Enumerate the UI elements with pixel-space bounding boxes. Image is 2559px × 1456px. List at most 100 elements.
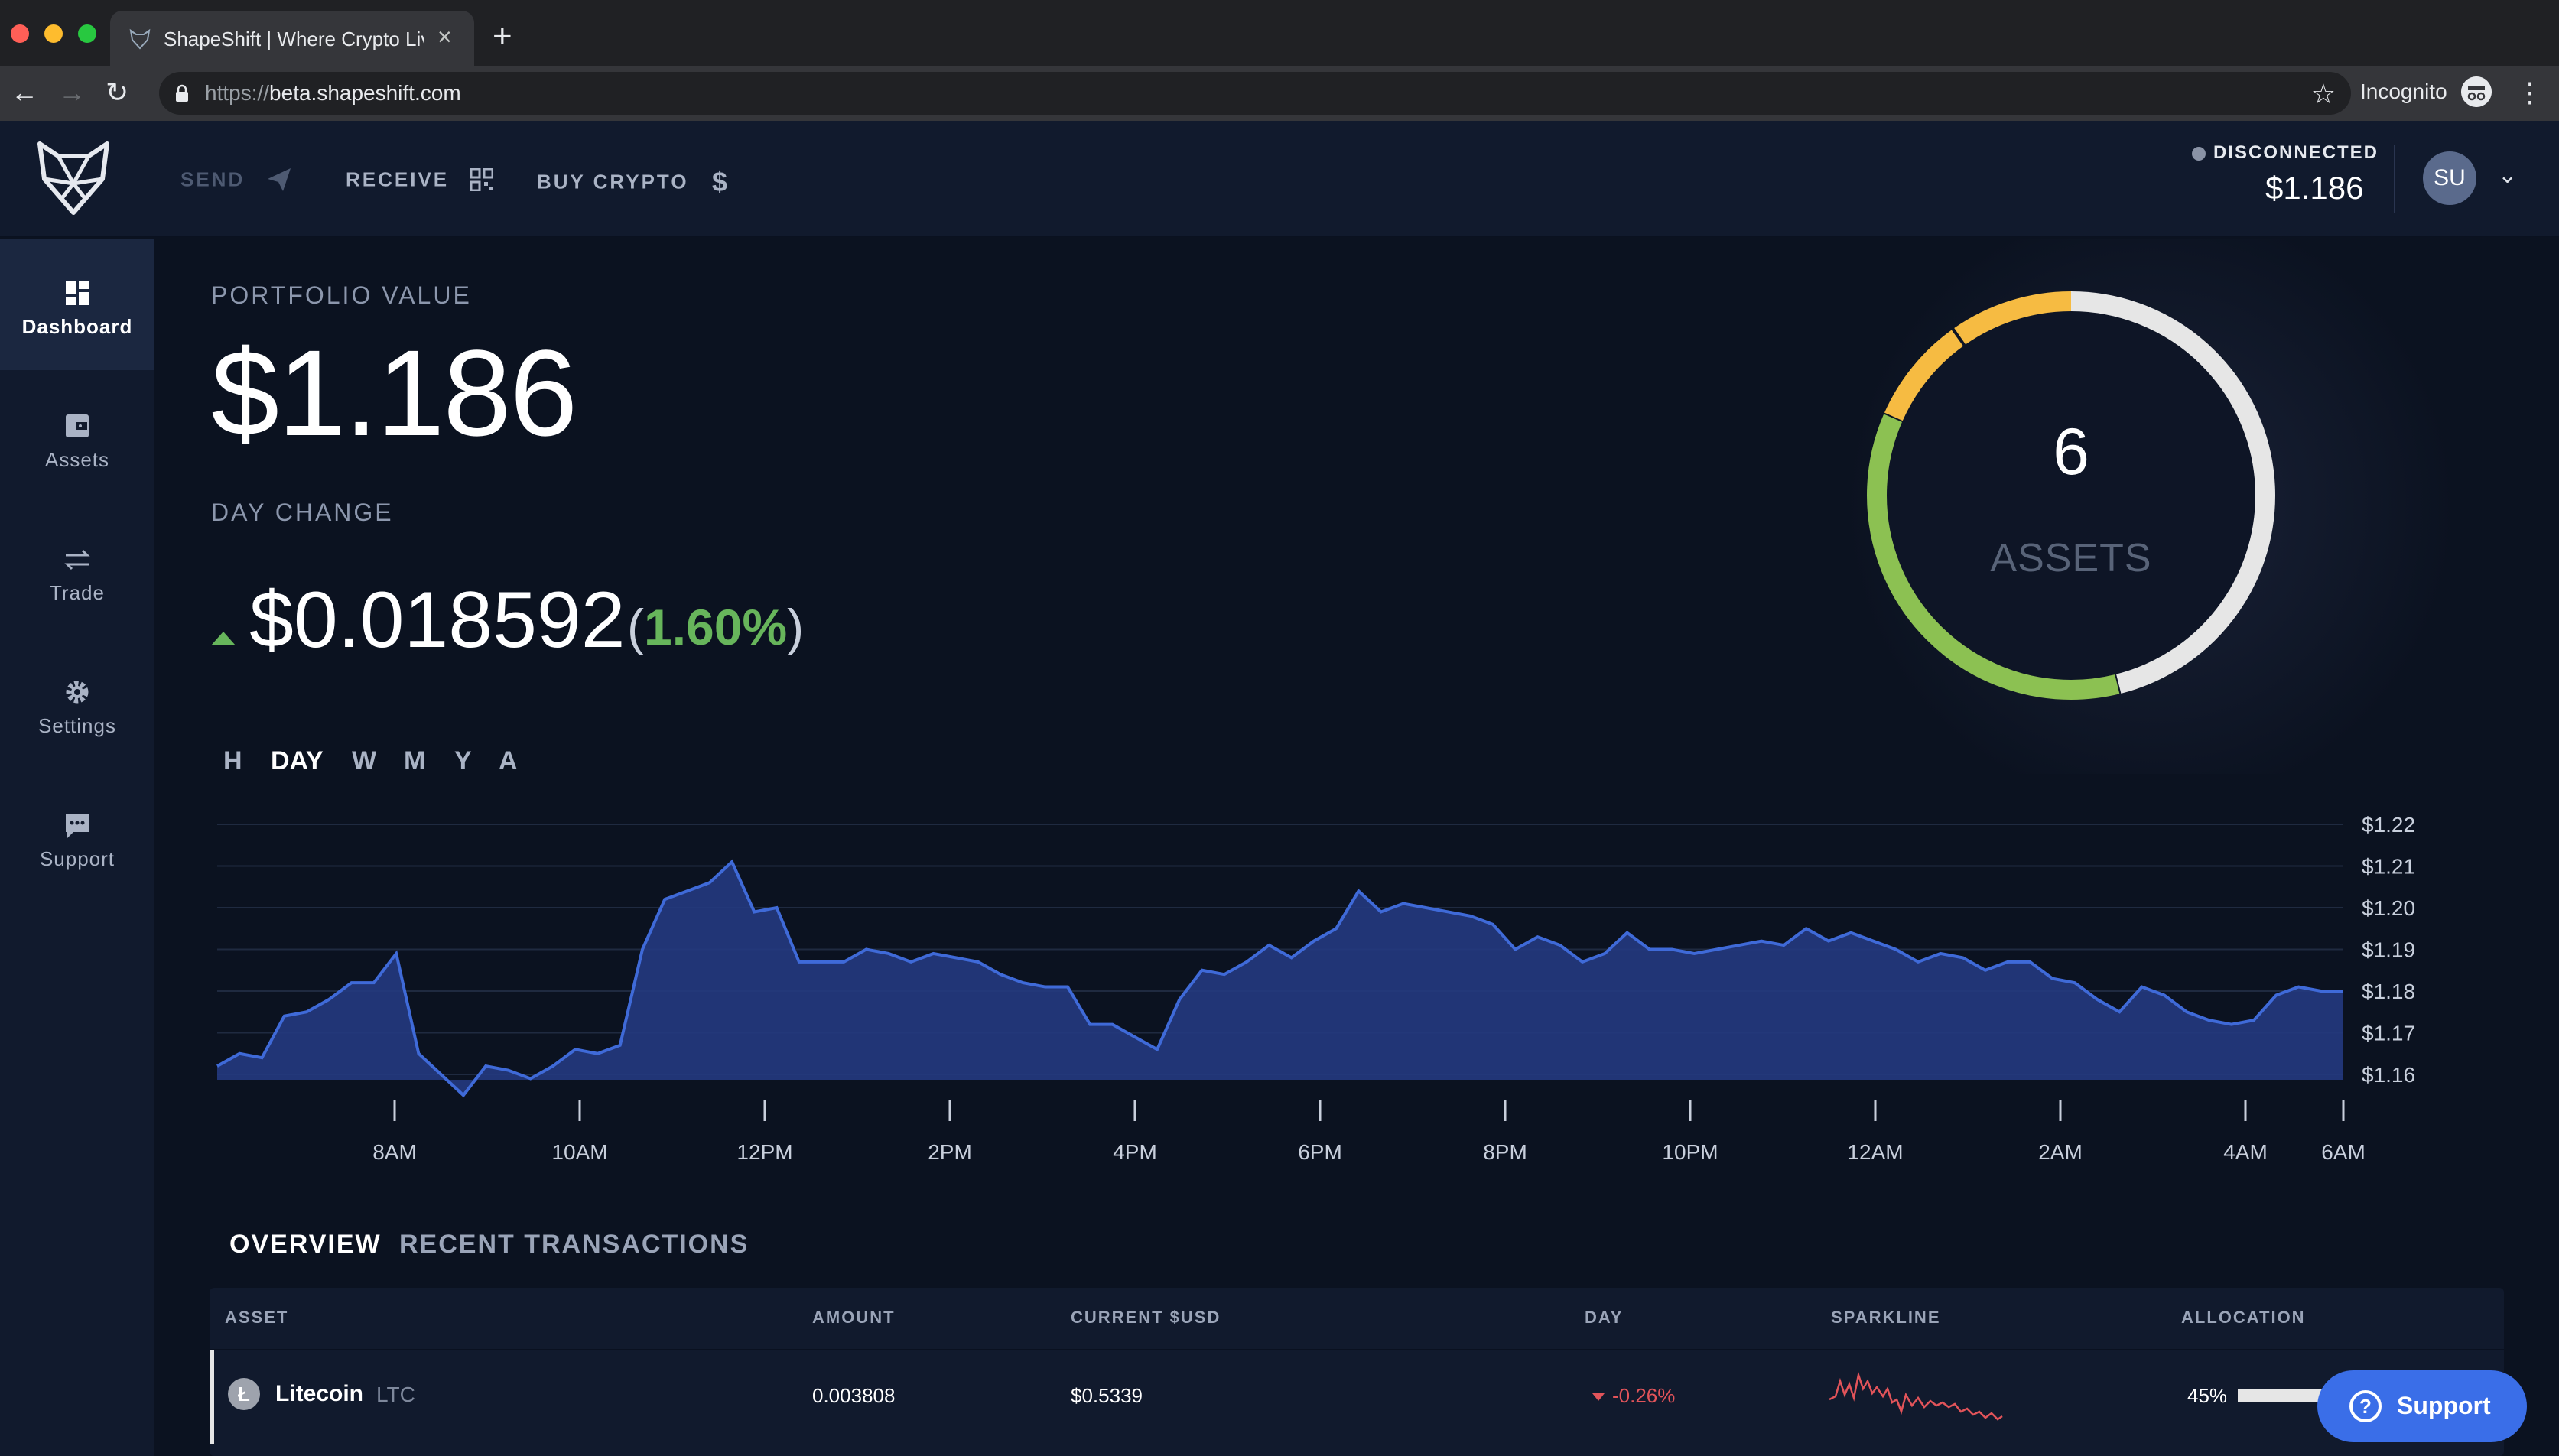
asset-day-change: -0.26% [1592,1384,1675,1408]
portfolio-area-chart[interactable]: $1.22 $1.21 $1.20 $1.19 $1.18 $1.17 $1.16 8AM 10… [210,804,2559,1370]
header-balance: $1.186 [2265,170,2364,206]
close-tab-icon[interactable]: × [437,23,452,51]
tab-title: ShapeShift | Where Crypto Live [164,28,424,50]
shapeshift-favicon-icon [129,28,151,50]
assets-label: ASSETS [1990,536,2152,580]
sidebar-item-trade[interactable]: Trade [0,505,154,636]
x-tick-label: 8AM [372,1140,417,1164]
col-asset[interactable]: ASSET [225,1308,288,1328]
sidebar-item-settings[interactable]: Settings [0,638,154,769]
y-tick-label: $1.16 [2362,1063,2415,1087]
assets-table: ASSET AMOUNT CURRENT $USD DAY SPARKLINE … [210,1288,2504,1456]
sidebar-item-dashboard[interactable]: Dashboard [0,239,154,370]
sidebar-item-label: Assets [44,448,110,471]
url-input[interactable]: https://beta.shapeshift.com ☆ [159,72,2351,115]
y-tick-label: $1.21 [2362,855,2415,879]
assets-donut-chart[interactable] [1857,281,2285,710]
x-tick-label: 2AM [2038,1140,2083,1164]
chevron-down-icon[interactable]: ⌄ [2498,162,2517,189]
sidebar-item-assets[interactable]: Assets [0,372,154,503]
assets-count: 6 [2053,415,2089,489]
x-tick-label: 4AM [2223,1140,2268,1164]
col-current-usd[interactable]: CURRENT $USD [1071,1308,1221,1328]
x-tick-label: 4PM [1113,1140,1157,1164]
incognito-label: Incognito [2360,80,2447,103]
lock-icon [176,84,188,102]
buy-crypto-button[interactable]: BUY CRYPTO $ [537,166,729,197]
asset-symbol: LTC [376,1383,415,1406]
close-window-button[interactable] [11,24,29,43]
qr-code-icon [470,167,494,192]
paren-open: ( [627,599,644,655]
sidebar-item-label: Trade [50,581,105,604]
reload-icon[interactable]: ↻ [106,76,128,109]
support-button-label: Support [2397,1392,2491,1419]
range-w[interactable]: W [352,746,376,776]
browser-menu-icon[interactable]: ⋮ [2516,76,2544,109]
day-change-label: DAY CHANGE [211,499,394,526]
portfolio-value-label: PORTFOLIO VALUE [211,281,472,309]
x-tick-label: 10AM [551,1140,607,1164]
range-m[interactable]: M [404,746,425,776]
url-scheme: https:// [205,81,270,105]
x-tick-label: 10PM [1662,1140,1718,1164]
sidebar-item-support[interactable]: Support [0,771,154,902]
browser-tab[interactable]: ShapeShift | Where Crypto Live × [110,11,474,66]
asset-usd: $0.5339 [1071,1384,1143,1407]
sidebar-item-label: Support [39,847,115,870]
forward-icon[interactable]: → [58,76,86,109]
y-tick-label: $1.22 [2362,813,2415,837]
shapeshift-fox-logo-icon[interactable] [35,136,112,220]
range-a[interactable]: A [499,746,518,776]
sidebar-item-label: Dashboard [21,315,133,338]
dashboard-icon [66,281,89,305]
send-label: SEND [180,167,245,191]
new-tab-button[interactable]: + [493,20,512,54]
receive-button[interactable]: RECEIVE [346,167,494,192]
gear-icon [66,681,89,704]
portfolio-value: $1.186 [211,324,577,461]
connection-status: DISCONNECTED [2192,142,2379,164]
maximize-window-button[interactable] [78,24,96,43]
wallet-icon [66,414,89,437]
down-arrow-icon [1592,1393,1605,1402]
incognito-icon[interactable] [2461,76,2492,107]
header-divider [2394,145,2395,213]
swap-icon [64,549,90,570]
status-dot-icon [2192,146,2206,161]
back-icon[interactable]: ← [11,76,38,109]
send-icon [268,168,291,192]
col-day[interactable]: DAY [1585,1308,1623,1328]
paren-close: ) [787,599,805,655]
url-host: beta.shapeshift.com [269,81,461,105]
x-tick-label: 12AM [1847,1140,1903,1164]
y-tick-label: $1.20 [2362,896,2415,920]
y-tick-label: $1.19 [2362,938,2415,962]
x-tick-label: 8PM [1483,1140,1527,1164]
buy-crypto-label: BUY CRYPTO [537,170,689,193]
help-icon: ? [2349,1390,2382,1422]
row-accent [210,1350,214,1444]
range-y[interactable]: Y [454,746,472,776]
table-row[interactable]: Ł Litecoin LTC 0.003808 $0.5339 -0.26% 4… [210,1349,2504,1444]
asset-amount: 0.003808 [812,1384,896,1407]
range-h[interactable]: H [223,746,242,776]
tab-recent-transactions[interactable]: RECENT TRANSACTIONS [399,1230,749,1259]
minimize-window-button[interactable] [44,24,63,43]
sidebar-item-label: Settings [38,714,116,737]
up-arrow-icon [211,632,236,645]
tab-overview[interactable]: OVERVIEW [229,1230,382,1259]
col-amount[interactable]: AMOUNT [812,1308,896,1328]
support-button[interactable]: ? Support [2317,1370,2527,1442]
x-tick-label: 12PM [736,1140,792,1164]
browser-tab-bar: ShapeShift | Where Crypto Live × + [0,0,2559,66]
send-button[interactable]: SEND [180,167,292,193]
avatar[interactable]: SU [2423,151,2476,205]
x-tick-label: 6PM [1298,1140,1342,1164]
range-day[interactable]: DAY [271,746,324,776]
x-tick-label: 2PM [928,1140,972,1164]
col-allocation[interactable]: ALLOCATION [2181,1308,2306,1328]
bookmark-star-icon[interactable]: ☆ [2311,78,2336,110]
sparkline-chart [1829,1371,2003,1421]
chat-icon [66,814,89,838]
